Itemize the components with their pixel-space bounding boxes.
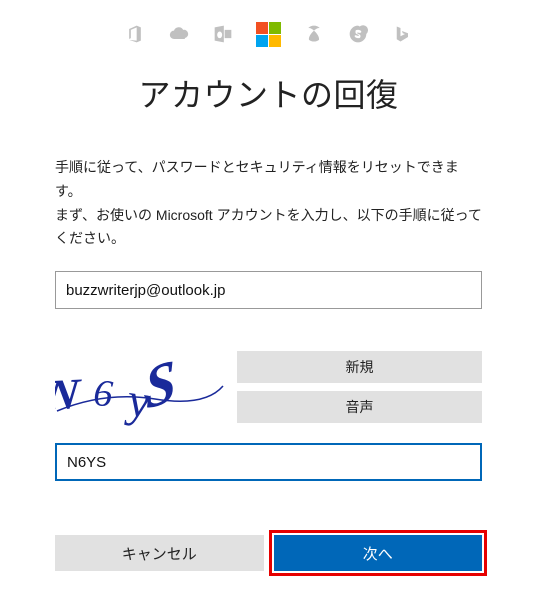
captcha-new-button[interactable]: 新規 xyxy=(237,351,482,383)
microsoft-logo xyxy=(256,22,281,47)
onedrive-icon xyxy=(168,23,190,45)
cancel-button[interactable]: キャンセル xyxy=(55,535,264,571)
page-title: アカウントの回復 xyxy=(55,70,482,116)
svg-text:N: N xyxy=(55,369,84,420)
svg-text:S: S xyxy=(143,351,177,422)
main-content: アカウントの回復 手順に従って、パスワードとセキュリティ情報をリセットできます。… xyxy=(0,70,537,571)
office-icon xyxy=(124,23,146,45)
next-button[interactable]: 次へ xyxy=(274,535,483,571)
bing-icon xyxy=(391,23,413,45)
instructions-text: 手順に従って、パスワードとセキュリティ情報をリセットできます。 まず、お使いの … xyxy=(55,156,482,251)
captcha-input[interactable] xyxy=(55,443,482,481)
captcha-audio-button[interactable]: 音声 xyxy=(237,391,482,423)
captcha-controls: 新規 音声 xyxy=(237,351,482,429)
action-buttons: キャンセル 次へ xyxy=(55,535,482,571)
outlook-icon xyxy=(212,23,234,45)
account-input[interactable] xyxy=(55,271,482,309)
captcha-image: N 6 y S xyxy=(55,351,225,429)
svg-text:6: 6 xyxy=(92,372,115,415)
captcha-section: N 6 y S 新規 音声 xyxy=(55,351,482,429)
xbox-icon xyxy=(303,23,325,45)
product-icon-row xyxy=(0,10,537,58)
skype-icon xyxy=(347,23,369,45)
